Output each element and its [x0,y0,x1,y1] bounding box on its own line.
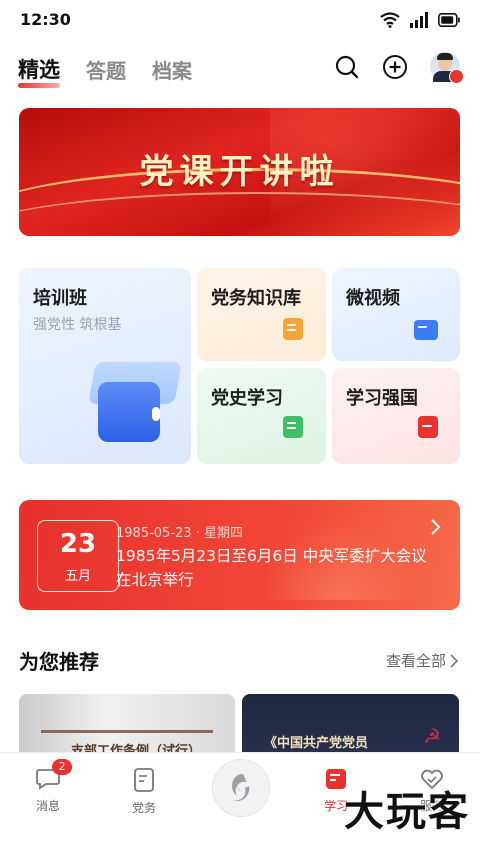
cube-tassel [152,407,160,421]
date-meta: 1985-05-23 · 星期四 [116,526,243,541]
tab-featured[interactable]: 精选 [18,54,60,88]
book-icon [283,416,303,438]
card-knowledge-title: 党务知识库 [211,288,301,309]
date-month: 五月 [64,569,91,584]
chevron-right-icon [450,653,458,668]
card-video-title: 微视频 [346,288,400,309]
video-icon [414,320,438,340]
unread-badge: 2 [52,759,72,775]
status-bar: 12:30 [0,0,480,40]
status-icons [380,12,460,28]
nav-label: 党务 [131,801,156,815]
recommend-card-title: 《中国共产党党员 [264,736,369,751]
card-knowledge-base[interactable]: 党务知识库 [197,268,326,361]
watermark-text: 大玩客 [344,789,470,835]
card-training-title: 培训班 [33,288,87,309]
party-emblem-icon: ☭ [423,724,441,748]
signal-icon [410,12,428,28]
card-xuexi-qiangguo[interactable]: 学习强国 [332,368,460,464]
nav-party-affairs[interactable]: 党务 [114,767,174,816]
nav-messages[interactable]: 2 消息 [18,759,78,814]
tab-quiz[interactable]: 答题 [86,55,126,84]
status-time: 12:30 [20,10,71,29]
avatar[interactable] [430,52,464,84]
card-party-history[interactable]: 党史学习 [197,368,326,464]
card-history-title: 党史学习 [211,388,283,409]
card-xuexi-title: 学习强国 [346,388,418,409]
card-training-subtitle: 强党性 筑根基 [33,317,122,333]
wifi-icon [380,12,400,28]
battery-icon [438,13,460,27]
top-actions [334,52,464,84]
card-micro-video[interactable]: 微视频 [332,268,460,361]
chevron-right-icon[interactable] [430,518,442,536]
top-tabs: 精选 答题 档案 [18,54,192,88]
date-box: 23 五月 [37,520,119,592]
today-in-history-card[interactable]: 23 五月 1985-05-23 · 星期四 1985年5月23日至6月6日 中… [19,500,460,610]
cube-icon [98,382,160,442]
add-icon[interactable] [382,54,408,80]
home-logo-button[interactable] [212,759,270,817]
recommend-title: 为您推荐 [19,650,99,674]
banner-title: 党课开讲啦 [139,152,340,192]
card-divider [41,730,213,733]
view-all-label: 查看全部 [385,652,446,670]
xuexi-logo-icon [418,416,438,438]
clipboard-icon [134,768,154,792]
tab-archive[interactable]: 档案 [152,55,192,84]
search-icon[interactable] [334,54,360,80]
document-icon [283,318,303,340]
app-logo-icon [232,774,250,802]
date-day: 23 [59,529,97,559]
banner[interactable]: 党课开讲啦 [19,108,460,236]
avatar-hair [437,53,453,60]
history-event-text: 1985年5月23日至6月6日 中央军委扩大会议在北京举行 [116,547,427,589]
view-all-link[interactable]: 查看全部 [386,650,458,671]
nav-label: 消息 [35,799,60,813]
party-badge-icon [449,69,464,84]
